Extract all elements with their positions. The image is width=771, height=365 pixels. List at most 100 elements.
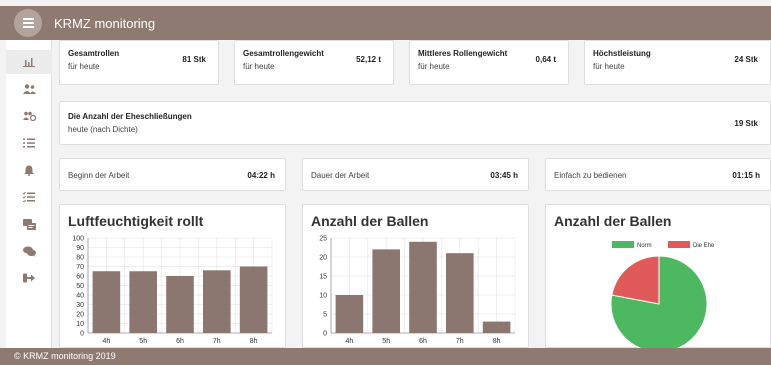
stat-value: 52,12 t	[356, 55, 381, 64]
stat-value: 19 Stk	[734, 119, 758, 128]
stat-subtitle: für heute	[68, 62, 100, 71]
task-list-icon	[23, 192, 35, 202]
y-tick-label: 15	[319, 274, 327, 281]
y-tick-label: 10	[76, 321, 84, 328]
sidebar-item-chat[interactable]	[6, 239, 52, 263]
legend-label: Die Ehe	[693, 243, 715, 249]
chat-icon	[22, 246, 36, 257]
stat-value: 24 Stk	[734, 55, 758, 64]
stat-value: 0,64 t	[535, 55, 556, 64]
sidebar-item-list[interactable]	[6, 131, 52, 155]
stat-subtitle: heute (nach Dichte)	[68, 125, 138, 134]
stat-title: Gesamtrollen	[68, 49, 120, 58]
sidebar-item-user-card[interactable]	[6, 212, 52, 236]
app-title: KRMZ monitoring	[54, 16, 156, 31]
y-tick-label: 0	[80, 331, 84, 338]
stat-card-total-rolls: Gesamtrollen für heute 81 Stk	[59, 40, 219, 85]
time-label: Beginn der Arbeit	[68, 171, 130, 180]
time-card-start: Beginn der Arbeit 04:22 h	[59, 158, 286, 191]
x-tick-label: 8h	[250, 338, 258, 345]
pie-slice-Die Ehe	[611, 255, 660, 305]
time-value: 01:15 h	[732, 171, 760, 180]
x-tick-label: 7h	[456, 338, 464, 345]
bales-pie-card: Anzahl der Ballen Norm Die Ehe	[545, 204, 771, 349]
sidebar-item-logout[interactable]	[6, 266, 52, 290]
y-tick-label: 60	[76, 274, 84, 281]
stat-card-total-weight: Gesamtrollengewicht für heute 52,12 t	[234, 40, 394, 85]
x-tick-label: 4h	[346, 338, 354, 345]
y-tick-label: 100	[72, 236, 84, 243]
users-icon	[22, 84, 36, 94]
x-tick-label: 6h	[176, 338, 184, 345]
footer: © KRMZ monitoring 2019	[0, 348, 771, 365]
y-tick-label: 90	[76, 245, 84, 252]
menu-icon[interactable]	[14, 9, 42, 37]
stat-card-average-weight: Mittleres Rollengewicht für heute 0,64 t	[409, 40, 569, 85]
list-ordered-icon	[23, 138, 35, 148]
y-tick-label: 70	[76, 264, 84, 271]
top-bar: KRMZ monitoring	[0, 6, 771, 40]
sidebar-item-tasks[interactable]	[6, 185, 52, 209]
y-tick-label: 20	[319, 255, 327, 262]
stat-title: Gesamtrollengewicht	[243, 49, 324, 58]
x-tick-label: 8h	[493, 338, 501, 345]
stat-card-marriages: Die Anzahl der Eheschließungen heute (na…	[59, 101, 771, 145]
bar-7h	[446, 253, 474, 333]
bar-4h	[335, 295, 364, 333]
sidebar-item-users[interactable]	[6, 77, 52, 101]
bales-chart-card: Anzahl der Ballen 0 5 10 15 20 25 4h 5h 6h 7h 8h	[302, 204, 529, 348]
bar-8h	[239, 266, 268, 333]
sidebar-item-dashboard[interactable]	[6, 50, 52, 74]
bar-4h	[92, 271, 121, 333]
x-tick-label: 4h	[103, 338, 111, 345]
bar-7h	[203, 270, 231, 333]
humidity-chart-card: Luftfeuchtigkeit rollt 0 10 20 30 40 50 60 70 80…	[59, 204, 286, 348]
legend-swatch-1	[668, 241, 690, 248]
sidebar-item-user-settings[interactable]	[6, 104, 52, 128]
y-tick-label: 80	[76, 255, 84, 262]
sidebar	[6, 40, 52, 348]
user-settings-icon	[22, 111, 36, 121]
legend-swatch-0	[612, 241, 634, 248]
y-tick-label: 20	[76, 312, 84, 319]
stat-title: Die Anzahl der Eheschließungen	[68, 112, 192, 121]
y-tick-label: 10	[319, 293, 327, 300]
stat-title: Höchstleistung	[593, 49, 651, 58]
legend-label: Norm	[637, 243, 652, 249]
x-tick-label: 6h	[419, 338, 427, 345]
humidity-bar-chart: 0 10 20 30 40 50 60 70 80 90 100 4h 5h 6h 7h 8h	[72, 236, 273, 345]
bell-icon	[24, 165, 34, 176]
bales-pie-chart: Norm Die Ehe	[610, 241, 715, 349]
bales-bar-chart: 0 5 10 15 20 25 4h 5h 6h 7h 8h	[319, 236, 516, 345]
time-label: Einfach zu bedienen	[554, 171, 627, 180]
time-value: 03:45 h	[490, 171, 518, 180]
stat-title: Mittleres Rollengewicht	[418, 49, 508, 58]
stat-value: 81 Stk	[182, 55, 206, 64]
time-card-ease: Einfach zu bedienen 01:15 h	[545, 158, 771, 191]
y-tick-label: 5	[323, 312, 327, 319]
stat-subtitle: für heute	[418, 62, 450, 71]
y-tick-label: 0	[323, 331, 327, 338]
bar-5h	[372, 249, 400, 333]
y-tick-label: 40	[76, 293, 84, 300]
y-tick-label: 30	[76, 302, 84, 309]
x-tick-label: 5h	[382, 338, 390, 345]
y-tick-label: 25	[319, 236, 327, 243]
logout-icon	[23, 273, 35, 283]
time-value: 04:22 h	[247, 171, 275, 180]
y-tick-label: 50	[76, 283, 84, 290]
bar-6h	[409, 241, 437, 333]
user-card-icon	[22, 218, 36, 230]
stat-card-peak-performance: Höchstleistung für heute 24 Stk	[584, 40, 771, 85]
stat-subtitle: für heute	[593, 62, 625, 71]
bar-6h	[166, 276, 194, 333]
x-tick-label: 7h	[213, 338, 221, 345]
x-tick-label: 5h	[139, 338, 147, 345]
bar-chart-icon	[23, 58, 35, 67]
bar-8h	[482, 321, 511, 333]
sidebar-item-notifications[interactable]	[6, 158, 52, 182]
bar-5h	[129, 271, 157, 333]
time-card-duration: Dauer der Arbeit 03:45 h	[302, 158, 529, 191]
time-label: Dauer der Arbeit	[311, 171, 370, 180]
footer-text: © KRMZ monitoring 2019	[14, 351, 116, 361]
